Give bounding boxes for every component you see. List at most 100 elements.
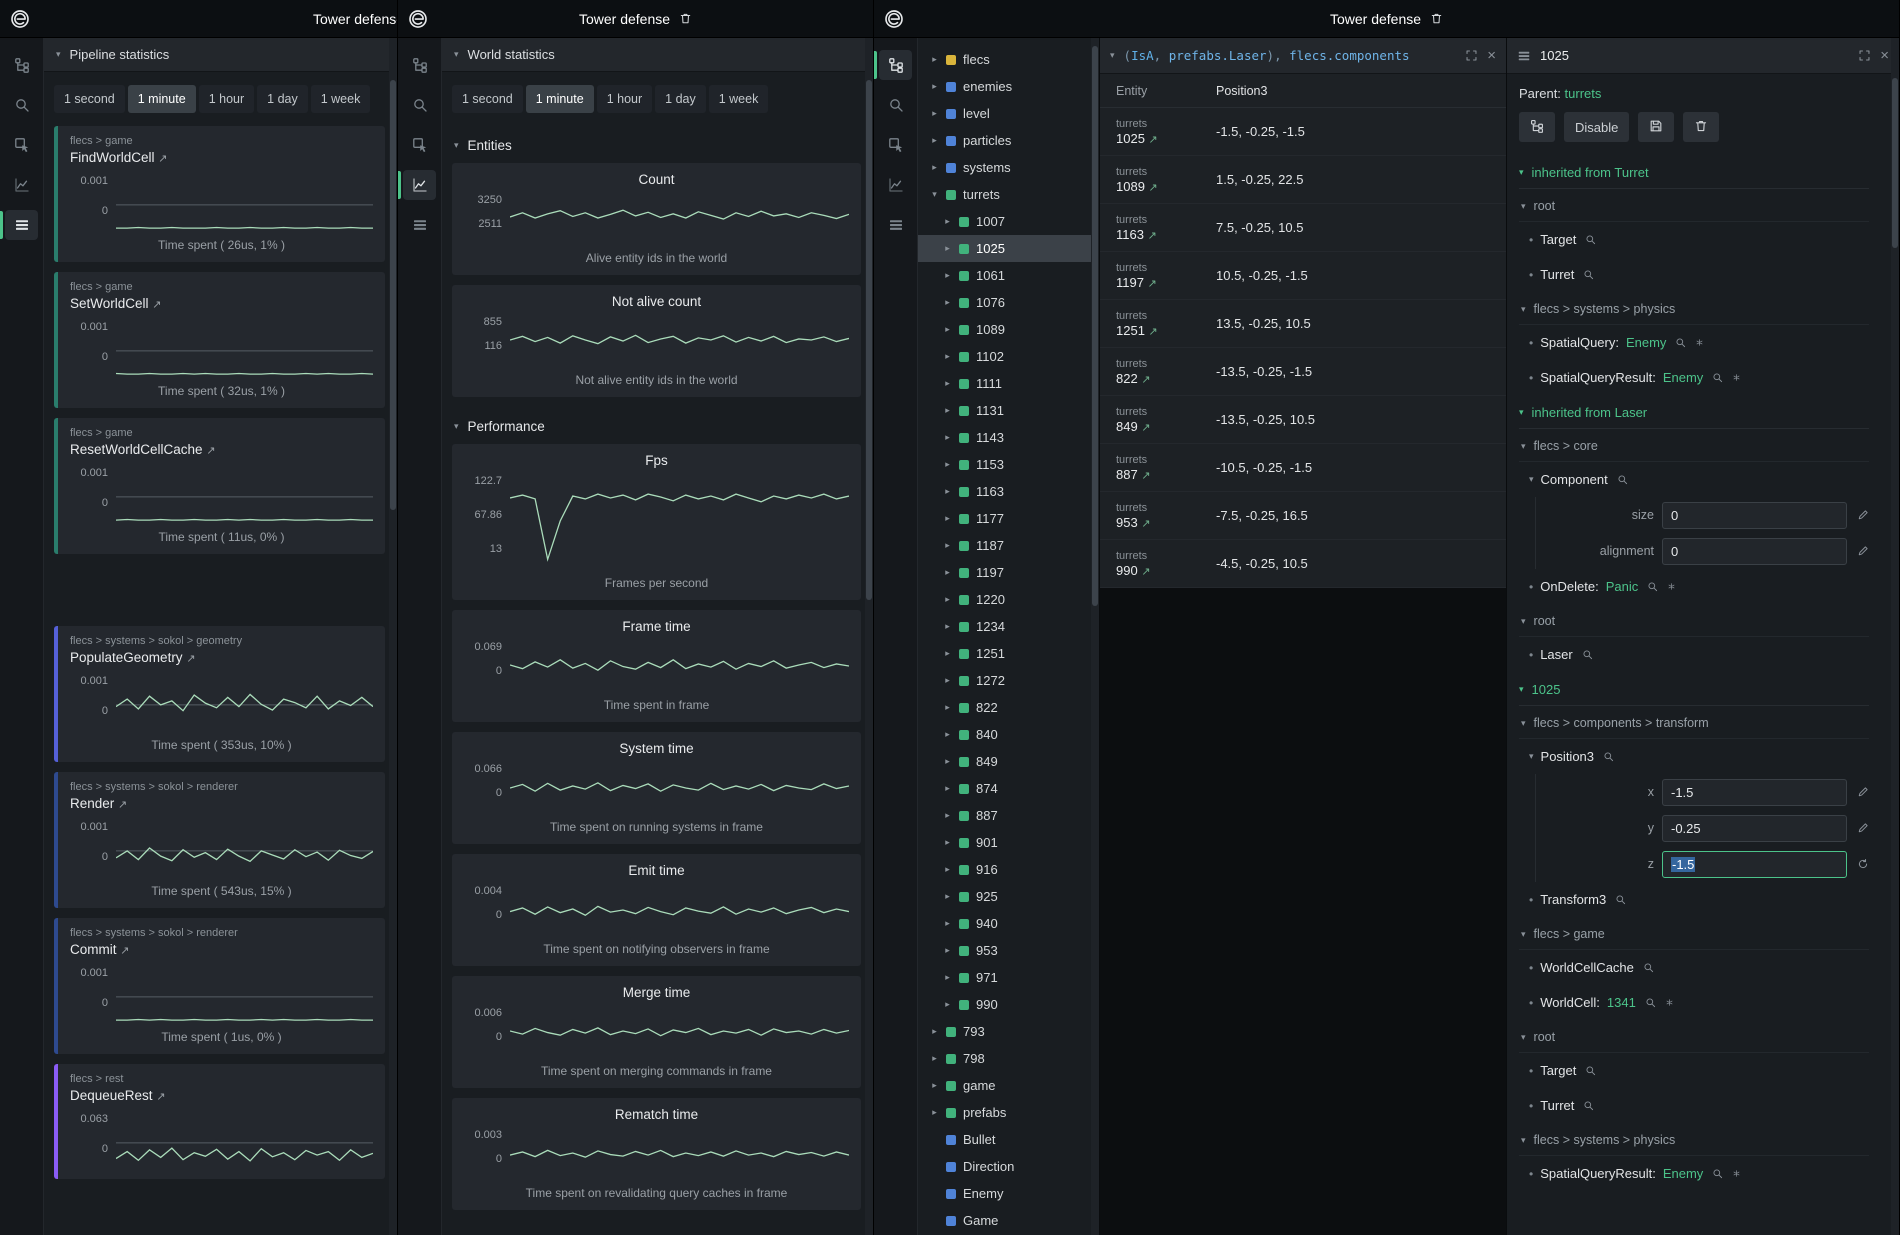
tree-item-874[interactable]: ▸874	[918, 775, 1099, 802]
tree-item-887[interactable]: ▸887	[918, 802, 1099, 829]
entity-link[interactable]: 822 ↗	[1116, 371, 1216, 386]
sidebar-search-button[interactable]	[398, 88, 441, 122]
collapse-chevron-icon[interactable]: ▾	[1110, 50, 1115, 61]
scrollbar-thumb[interactable]	[866, 80, 872, 600]
component-group-path[interactable]: ▾flecs > systems > physics	[1519, 292, 1869, 325]
parent-link[interactable]: turrets	[1565, 86, 1602, 101]
component-row[interactable]: ▾Component	[1519, 462, 1869, 497]
tree-item-flecs[interactable]: ▸flecs	[918, 46, 1099, 73]
entity-link[interactable]: 887 ↗	[1116, 467, 1216, 482]
tree-item-1220[interactable]: ▸1220	[918, 586, 1099, 613]
query-row-990[interactable]: turrets990 ↗-4.5, -0.25, 10.5	[1100, 540, 1506, 588]
tree-item-1234[interactable]: ▸1234	[918, 613, 1099, 640]
sidebar-hierarchy-button[interactable]	[398, 48, 441, 82]
tree-item-turrets[interactable]: ▾turrets	[918, 181, 1099, 208]
sidebar-search-button[interactable]	[0, 88, 43, 122]
time-range-button[interactable]: 1 week	[709, 85, 769, 113]
component-row[interactable]: •Turret	[1519, 1088, 1869, 1123]
scrollbar-thumb[interactable]	[1892, 78, 1898, 248]
tree-item-prefabs[interactable]: ▸prefabs	[918, 1099, 1099, 1126]
component-row[interactable]: •Transform3	[1519, 882, 1869, 917]
trash-icon[interactable]	[1430, 12, 1443, 25]
time-range-button[interactable]: 1 second	[54, 85, 125, 113]
tree-item-940[interactable]: ▸940	[918, 910, 1099, 937]
tree-item-953[interactable]: ▸953	[918, 937, 1099, 964]
component-row[interactable]: •WorldCell:1341	[1519, 985, 1869, 1020]
alignment-input[interactable]: 0	[1662, 538, 1847, 565]
query-row-1163[interactable]: turrets1163 ↗7.5, -0.25, 10.5	[1100, 204, 1506, 252]
tree-item-1187[interactable]: ▸1187	[918, 532, 1099, 559]
tree-item-822[interactable]: ▸822	[918, 694, 1099, 721]
component-value[interactable]: Enemy	[1663, 370, 1703, 385]
sidebar-chart-button[interactable]	[0, 168, 43, 202]
tree-item-Bullet[interactable]: Bullet	[918, 1126, 1099, 1153]
section-header[interactable]: ▾Entities	[452, 126, 861, 163]
tree-item-Game[interactable]: Game	[918, 1207, 1099, 1234]
card-system-link[interactable]: FindWorldCell ↗	[70, 150, 168, 165]
query-row-822[interactable]: turrets822 ↗-13.5, -0.25, -1.5	[1100, 348, 1506, 396]
sidebar-stats-button[interactable]	[0, 208, 43, 242]
scrollbar[interactable]	[865, 38, 873, 1235]
card-system-link[interactable]: PopulateGeometry ↗	[70, 650, 196, 665]
inspector-section-header[interactable]: ▾1025	[1519, 672, 1869, 706]
panel-header[interactable]: ▾ Pipeline statistics	[44, 38, 397, 72]
section-header[interactable]: ▾Performance	[452, 407, 861, 444]
sidebar-inspect-button[interactable]	[0, 128, 43, 162]
tree-item-1076[interactable]: ▸1076	[918, 289, 1099, 316]
sidebar-search-button[interactable]	[874, 88, 917, 122]
tree-item-1153[interactable]: ▸1153	[918, 451, 1099, 478]
entity-link[interactable]: 1089 ↗	[1116, 179, 1216, 194]
tree-item-1197[interactable]: ▸1197	[918, 559, 1099, 586]
scrollbar-thumb[interactable]	[1092, 46, 1098, 606]
component-row[interactable]: •Turret	[1519, 257, 1869, 292]
tree-item-798[interactable]: ▸798	[918, 1045, 1099, 1072]
time-range-button[interactable]: 1 minute	[128, 85, 196, 113]
time-range-button[interactable]: 1 week	[311, 85, 371, 113]
tree-item-1163[interactable]: ▸1163	[918, 478, 1099, 505]
component-row[interactable]: •Target	[1519, 222, 1869, 257]
size-input[interactable]: 0	[1662, 502, 1847, 529]
time-range-button[interactable]: 1 day	[257, 85, 308, 113]
close-inspector-button[interactable]: ×	[1880, 48, 1889, 63]
sidebar-hierarchy-button[interactable]	[0, 48, 43, 82]
component-group-path[interactable]: ▾root	[1519, 604, 1869, 637]
time-range-button[interactable]: 1 minute	[526, 85, 594, 113]
query-expression[interactable]: (IsA, prefabs.Laser), flecs.components	[1124, 48, 1457, 63]
tree-item-1061[interactable]: ▸1061	[918, 262, 1099, 289]
inspector-menu-icon[interactable]	[1517, 49, 1531, 63]
entity-link[interactable]: 1163 ↗	[1116, 227, 1216, 242]
sidebar-chart-button[interactable]	[398, 168, 441, 202]
tree-item-1143[interactable]: ▸1143	[918, 424, 1099, 451]
tree-item-Direction[interactable]: Direction	[918, 1153, 1099, 1180]
scrollbar-thumb[interactable]	[390, 80, 396, 510]
sidebar-inspect-button[interactable]	[398, 128, 441, 162]
tree-item-990[interactable]: ▸990	[918, 991, 1099, 1018]
query-row-1251[interactable]: turrets1251 ↗13.5, -0.25, 10.5	[1100, 300, 1506, 348]
component-row[interactable]: •SpatialQueryResult:Enemy	[1519, 360, 1869, 395]
component-row[interactable]: •Laser	[1519, 637, 1869, 672]
tree-item-1007[interactable]: ▸1007	[918, 208, 1099, 235]
component-row[interactable]: •SpatialQueryResult:Enemy	[1519, 1156, 1869, 1191]
tree-item-925[interactable]: ▸925	[918, 883, 1099, 910]
sidebar-chart-button[interactable]	[874, 168, 917, 202]
tree-item-level[interactable]: ▸level	[918, 100, 1099, 127]
sidebar-stats-button[interactable]	[398, 208, 441, 242]
tree-toggle-button[interactable]	[1519, 112, 1555, 142]
query-row-1025[interactable]: turrets1025 ↗-1.5, -0.25, -1.5	[1100, 108, 1506, 156]
component-row[interactable]: •OnDelete:Panic	[1519, 569, 1869, 604]
tree-item-849[interactable]: ▸849	[918, 748, 1099, 775]
z-input[interactable]: -1.5	[1662, 851, 1847, 878]
card-system-link[interactable]: Commit ↗	[70, 942, 129, 957]
tree-item-1131[interactable]: ▸1131	[918, 397, 1099, 424]
scrollbar[interactable]	[1891, 38, 1899, 1235]
tree-item-1102[interactable]: ▸1102	[918, 343, 1099, 370]
time-range-button[interactable]: 1 day	[655, 85, 706, 113]
tree-item-901[interactable]: ▸901	[918, 829, 1099, 856]
query-row-887[interactable]: turrets887 ↗-10.5, -0.25, -1.5	[1100, 444, 1506, 492]
expand-inspector-button[interactable]	[1858, 49, 1871, 62]
entity-link[interactable]: 849 ↗	[1116, 419, 1216, 434]
component-value[interactable]: Enemy	[1626, 335, 1666, 350]
card-system-link[interactable]: DequeueRest ↗	[70, 1088, 166, 1103]
component-group-path[interactable]: ▾flecs > core	[1519, 429, 1869, 462]
y-input[interactable]: -0.25	[1662, 815, 1847, 842]
